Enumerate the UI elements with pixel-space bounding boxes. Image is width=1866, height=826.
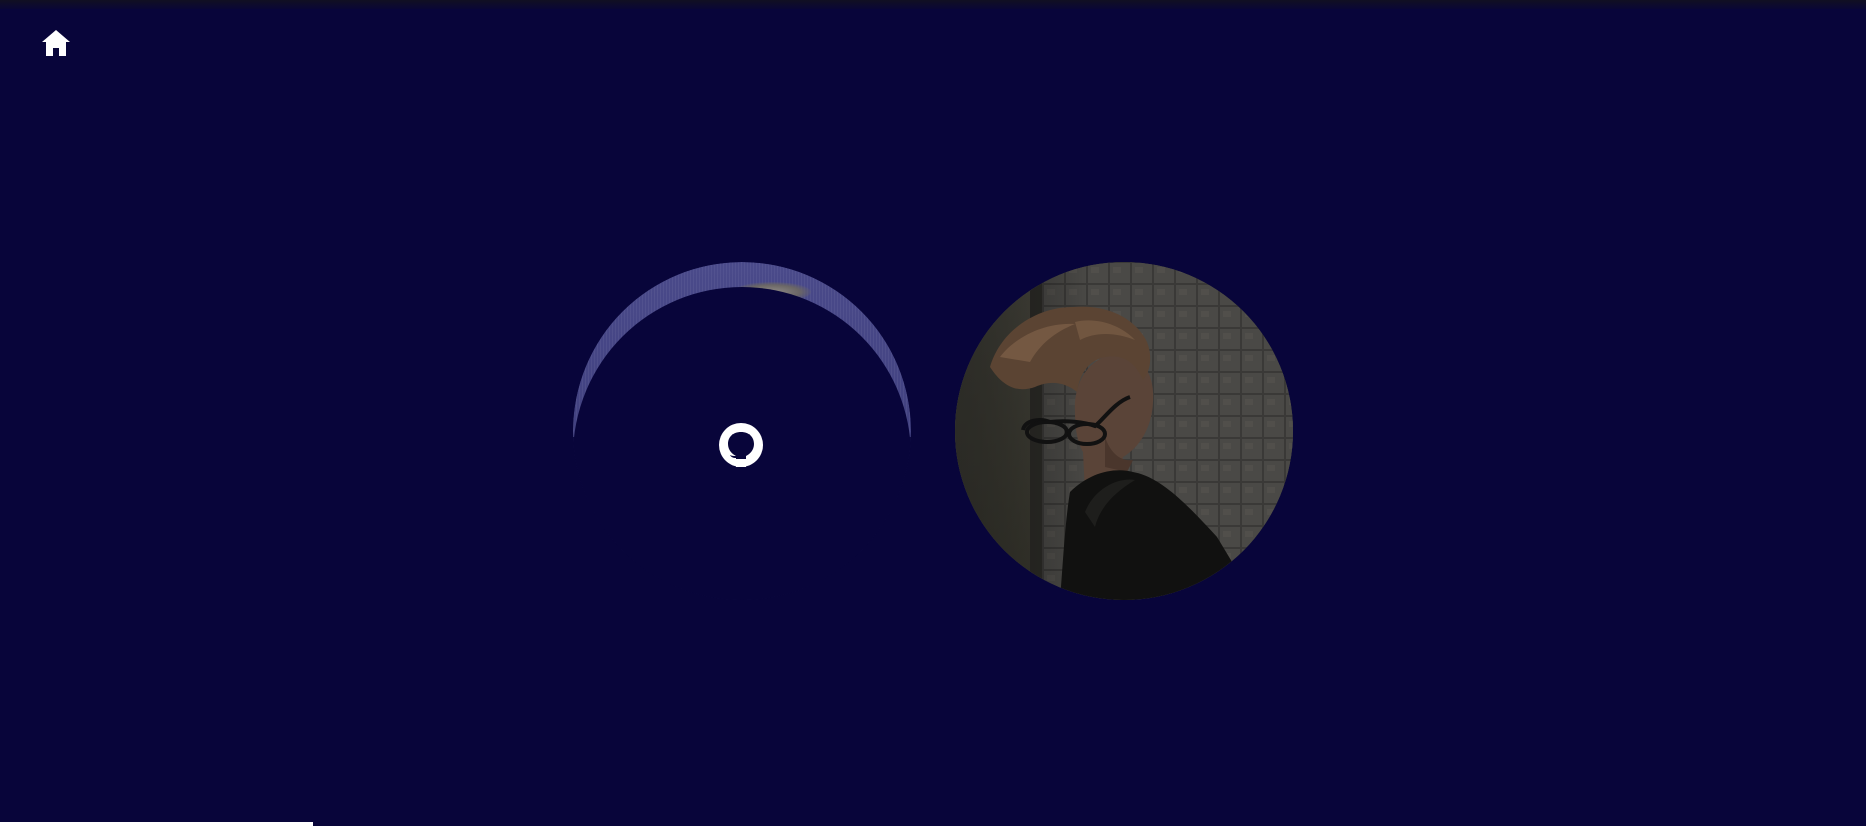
profile-photo [955, 262, 1293, 600]
home-button[interactable] [40, 28, 72, 58]
github-icon[interactable] [719, 423, 763, 467]
github-link-card[interactable] [573, 262, 911, 600]
scroll-progress-bar [0, 822, 1866, 826]
top-bar [0, 0, 1866, 9]
scroll-progress-fill [0, 822, 314, 826]
home-icon [42, 30, 70, 56]
